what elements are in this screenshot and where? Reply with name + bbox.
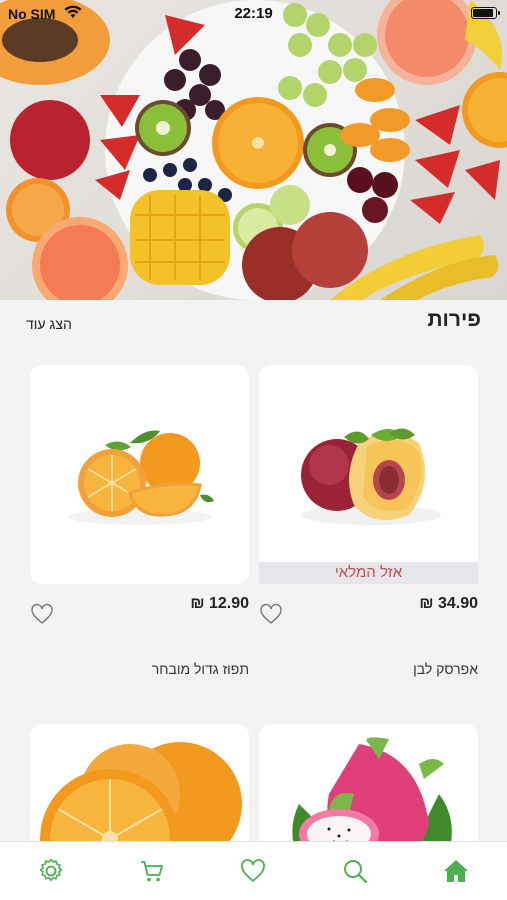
tab-cart[interactable] [132, 851, 172, 891]
clock: 22:19 [234, 5, 273, 22]
heart-icon [241, 859, 266, 883]
fruit-platter-illustration [0, 0, 507, 300]
product-price: ₪ 34.90 [419, 595, 478, 612]
product-image[interactable] [259, 365, 478, 584]
orange-illustration [68, 430, 214, 525]
tab-settings[interactable] [31, 851, 71, 891]
sold-out-badge: אזל המלאי [259, 562, 478, 584]
gear-icon [39, 858, 62, 882]
home-icon [444, 860, 469, 882]
status-bar: No SIM 22:19 [0, 0, 507, 28]
section-title: פירות [427, 308, 481, 331]
battery-icon [471, 7, 500, 19]
cart-icon [141, 861, 163, 882]
search-icon [343, 860, 367, 884]
favorite-heart-icon[interactable] [30, 603, 54, 625]
hero-fruit-image [0, 0, 507, 300]
bottom-tab-bar [0, 841, 507, 900]
product-image[interactable] [30, 365, 249, 584]
peach-illustration [301, 428, 441, 525]
product-name[interactable]: תפוז גדול מובחר [152, 661, 249, 677]
favorite-heart-icon[interactable] [259, 603, 283, 625]
tab-home[interactable] [436, 851, 476, 891]
show-more-link[interactable]: הצג עוד [26, 316, 72, 332]
tab-favorites[interactable] [233, 851, 273, 891]
product-name[interactable]: אפרסק לבן [413, 661, 478, 677]
product-price: ₪ 12.90 [190, 595, 249, 612]
tab-search[interactable] [335, 851, 375, 891]
